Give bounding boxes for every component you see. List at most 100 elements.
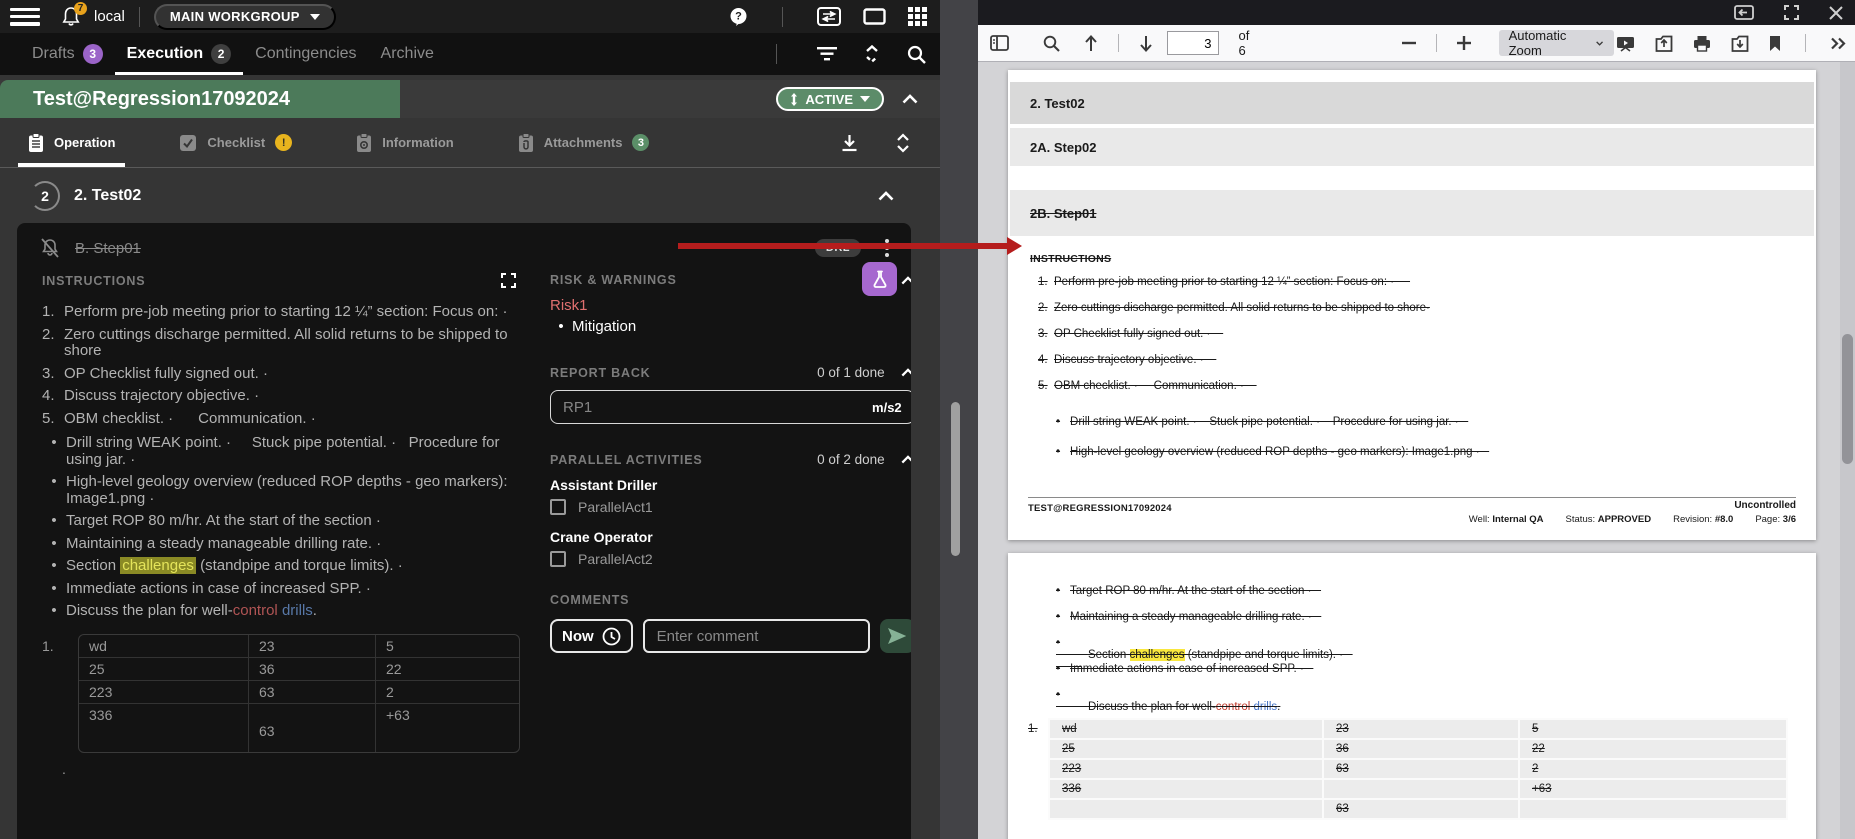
collapse-report-back-button[interactable]: [901, 368, 911, 377]
unfold-icon: [896, 133, 910, 153]
clipboard-icon: [28, 133, 44, 153]
window-layout-button[interactable]: [861, 6, 888, 27]
instruction-bullet: High-level geology overview (reduced ROP…: [66, 474, 520, 507]
fullscreen-viewer-button[interactable]: [1782, 3, 1801, 22]
tab-drafts[interactable]: Drafts 3: [20, 33, 115, 75]
tab-operation[interactable]: Operation: [28, 118, 115, 167]
divider: [139, 7, 140, 27]
parallel-task: ParallelAct2: [550, 551, 911, 567]
sidebar-icon: [990, 35, 1009, 51]
current-view-button[interactable]: [1767, 33, 1783, 54]
pdf-table-row: wd 23 5: [1049, 719, 1787, 739]
pdf-scrollbar-thumb[interactable]: [1842, 334, 1853, 464]
status-dropdown[interactable]: ACTIVE: [776, 87, 884, 111]
mitigation-item: Mitigation: [572, 318, 636, 335]
collapse-section-button[interactable]: [878, 191, 894, 201]
fullscreen-instructions-button[interactable]: [499, 271, 518, 290]
double-chevron-right-icon: [1830, 37, 1846, 50]
comment-input[interactable]: [643, 619, 870, 653]
execution-count-badge: 2: [211, 44, 231, 64]
search-button[interactable]: [905, 43, 928, 66]
discipline-badge: DRL: [815, 239, 861, 257]
status-label: ACTIVE: [805, 92, 853, 107]
previous-page-button[interactable]: [1082, 33, 1100, 54]
panel-divider: [940, 0, 978, 839]
attachments-count-badge: 3: [632, 134, 649, 151]
timestamp-button[interactable]: Now: [550, 619, 633, 653]
pdf-search-button[interactable]: [1041, 33, 1062, 54]
apps-grid-button[interactable]: [906, 5, 930, 29]
help-button[interactable]: ?: [727, 5, 750, 28]
parallel-task-label: ParallelAct1: [578, 499, 653, 515]
instructions-column: INSTRUCTIONS 1.Perform pre-job meeting p…: [42, 271, 520, 777]
pdf-instruction-bullet: High-level geology overview (reduced ROP…: [1056, 446, 1489, 458]
pdf-footer-control-status: Uncontrolled: [1734, 500, 1796, 511]
handover-button[interactable]: [815, 5, 843, 28]
filter-button[interactable]: [815, 45, 839, 63]
pdf-toolbar: of 6 Automatic Zoom: [978, 25, 1855, 62]
report-back-input[interactable]: [563, 399, 872, 416]
notifications-button[interactable]: 7: [62, 7, 80, 27]
tab-checklist[interactable]: Checklist !: [179, 118, 292, 167]
pdf-scrollbar-track[interactable]: [1840, 62, 1855, 839]
page-number-input[interactable]: [1167, 31, 1219, 55]
tab-archive[interactable]: Archive: [369, 33, 446, 75]
collapse-risk-button[interactable]: [901, 276, 911, 285]
dock-panel-button[interactable]: [1732, 3, 1756, 22]
zoom-level-select[interactable]: Automatic Zoom: [1499, 30, 1614, 56]
collapse-procedure-button[interactable]: [902, 94, 918, 104]
open-file-icon: [1655, 35, 1673, 52]
parallel-role: Assistant Driller: [550, 477, 911, 493]
instruction-bullet: Drill string WEAK point. · Stuck pipe po…: [66, 435, 520, 468]
parallel-task-checkbox[interactable]: [550, 499, 566, 515]
pdf-instruction-item: 2.Zero cuttings discharge permitted. All…: [1038, 302, 1430, 314]
pdf-footer-meta: Well: Internal QA Status: APPROVED Revis…: [1469, 514, 1796, 525]
procedure-header: Test@Regression17092024 ACTIVE: [0, 80, 940, 118]
hamburger-menu-icon[interactable]: [10, 8, 40, 26]
pdf-instruction-bullet: Immediate actions in case of increased S…: [1056, 663, 1313, 675]
next-page-button[interactable]: [1137, 33, 1155, 54]
zoom-out-button[interactable]: [1400, 39, 1418, 47]
instruction-table-block: 1. wd 23 5 25 36 22: [42, 634, 520, 753]
expand-steps-button[interactable]: [894, 131, 912, 155]
save-button[interactable]: [1729, 33, 1751, 54]
window-icon: [863, 8, 886, 25]
risk-item[interactable]: Risk1: [550, 297, 911, 314]
print-button[interactable]: [1691, 33, 1713, 54]
left-scrollbar-thumb[interactable]: [951, 402, 960, 556]
tab-contingencies[interactable]: Contingencies: [243, 33, 368, 75]
tab-information[interactable]: Information: [356, 118, 454, 167]
svg-text:?: ?: [735, 11, 742, 23]
step-menu-button[interactable]: [879, 237, 895, 259]
open-file-button[interactable]: [1653, 33, 1675, 54]
tab-attachments[interactable]: Attachments 3: [518, 118, 650, 167]
close-viewer-button[interactable]: [1827, 4, 1845, 22]
procedure-content: Test@Regression17092024 ACTIVE: [0, 75, 940, 839]
chevron-up-icon: [901, 368, 911, 377]
instruction-bullet-wellcontrol: Discuss the plan for well-control drills…: [66, 603, 317, 620]
presentation-mode-button[interactable]: [1614, 33, 1637, 54]
tab-execution[interactable]: Execution 2: [115, 33, 243, 75]
download-report-button[interactable]: [839, 132, 860, 154]
zoom-in-button[interactable]: [1455, 34, 1473, 52]
send-icon: [888, 628, 906, 644]
test-mode-button[interactable]: [862, 262, 897, 296]
toggle-sidebar-button[interactable]: [988, 33, 1011, 53]
parallel-task-checkbox[interactable]: [550, 551, 566, 567]
pdf-page-3: 2. Test02 2A. Step02 2B. Step01 INSTRUCT…: [1008, 70, 1816, 540]
tab-information-label: Information: [382, 135, 454, 150]
workgroup-selector[interactable]: MAIN WORKGROUP: [154, 4, 336, 30]
send-comment-button[interactable]: [880, 619, 911, 653]
environment-label: local: [94, 8, 125, 25]
expand-collapse-all-button[interactable]: [863, 43, 881, 65]
pdf-highlighted-term: challenges: [1130, 649, 1185, 661]
collapse-parallel-button[interactable]: [901, 455, 911, 464]
pdf-instruction-item: 5.OBM checklist. · Communication. ·: [1038, 380, 1257, 392]
pdf-table-row: 336 +63: [1049, 779, 1787, 799]
viewer-window-bar: [978, 0, 1855, 25]
pdf-viewport[interactable]: 2. Test02 2A. Step02 2B. Step01 INSTRUCT…: [978, 62, 1855, 839]
section-number-badge: 2: [30, 181, 60, 211]
highlighted-term: challenges: [120, 557, 196, 574]
instructions-list: 1.Perform pre-job meeting prior to start…: [42, 304, 520, 620]
tools-menu-button[interactable]: [1828, 35, 1848, 52]
